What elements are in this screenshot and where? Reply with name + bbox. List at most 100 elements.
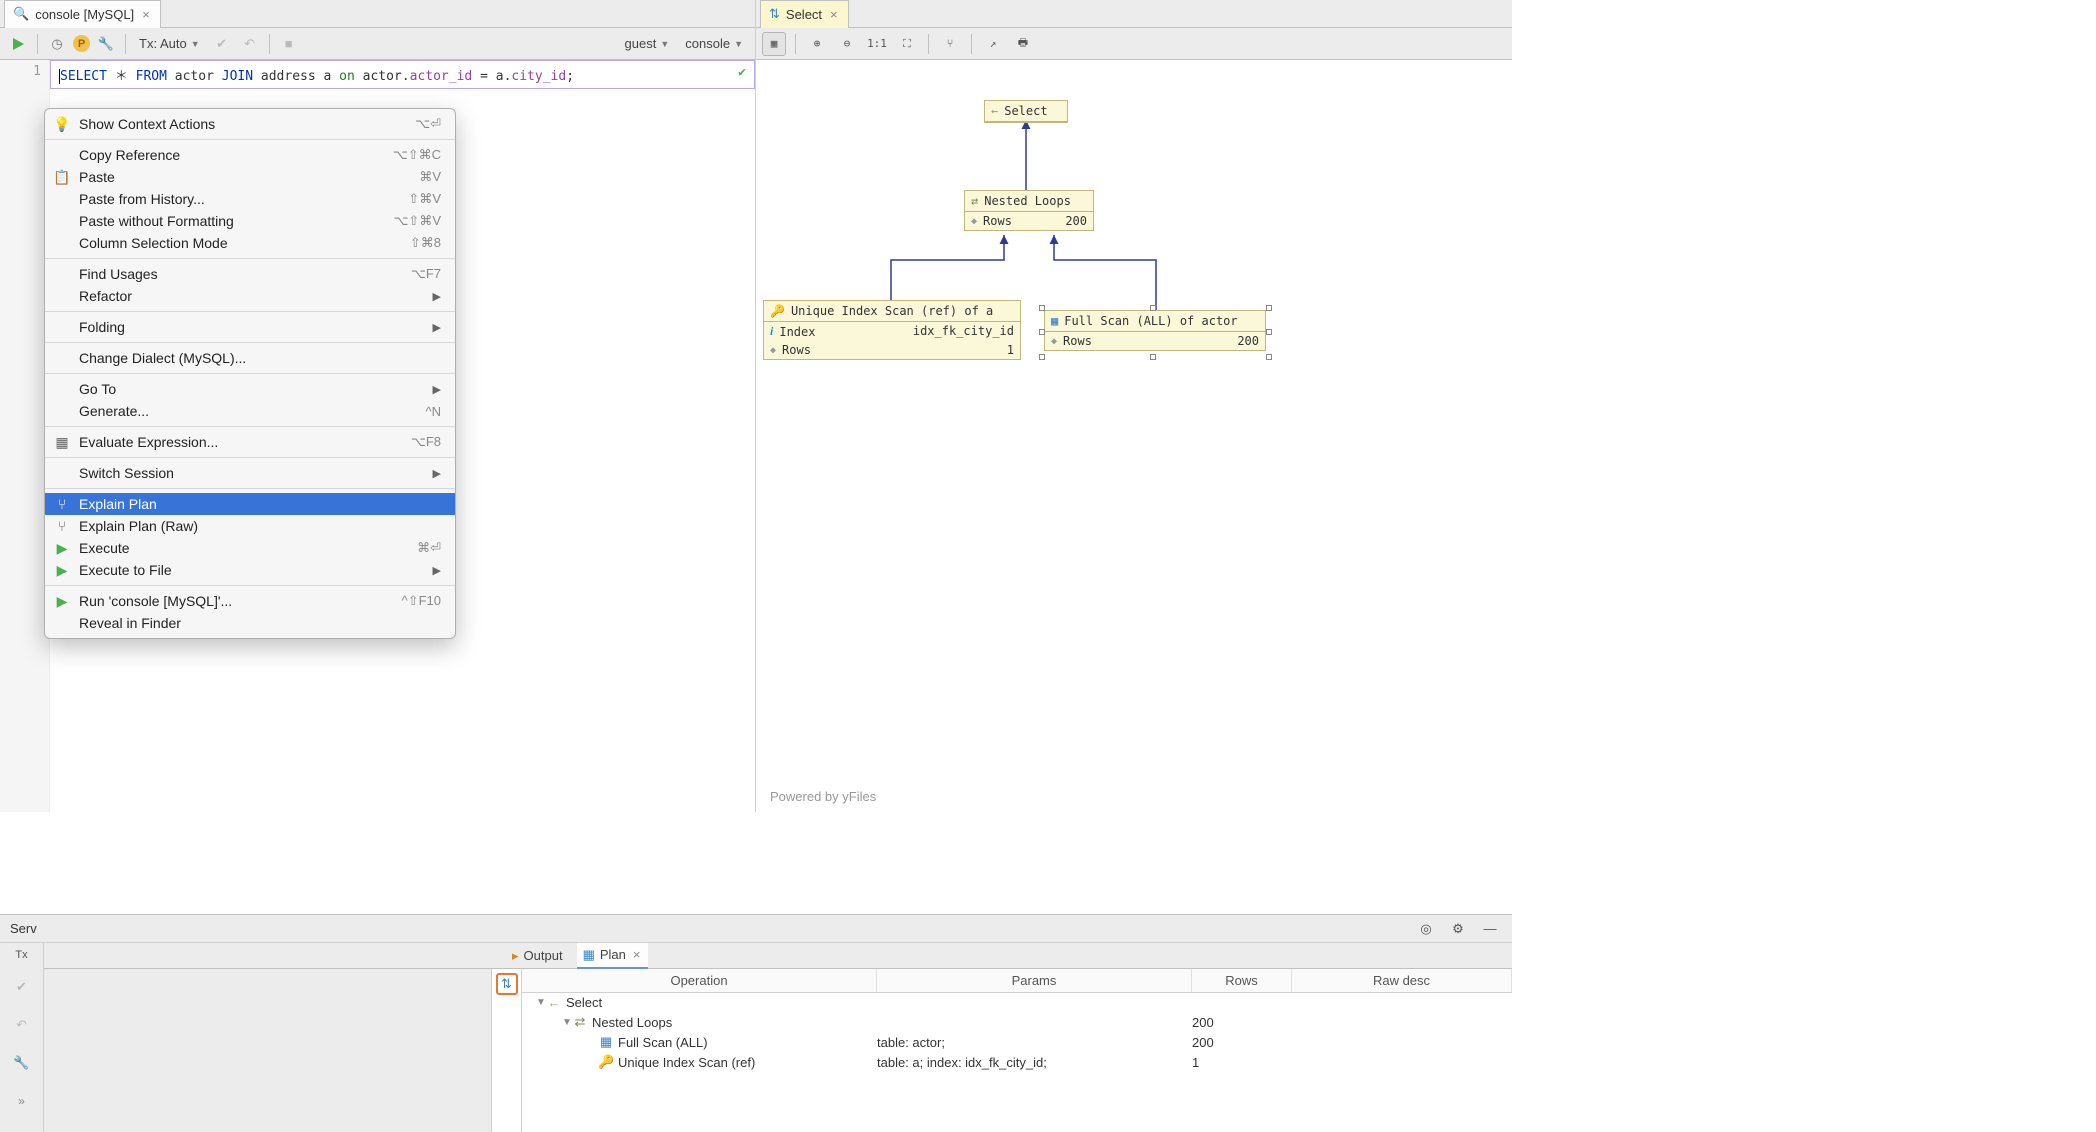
menu-item[interactable]: Go To▶ <box>45 378 455 400</box>
node-select[interactable]: ← Select <box>984 100 1068 123</box>
table-row[interactable]: ▼⇄Nested Loops200 <box>522 1012 1512 1032</box>
node-label: Full Scan (ALL) of actor <box>1064 314 1237 328</box>
menu-item[interactable]: ▦Evaluate Expression...⌥F8 <box>45 431 455 453</box>
commit-icon[interactable]: ✔ <box>10 975 34 999</box>
menu-item[interactable]: Change Dialect (MySQL)... <box>45 347 455 369</box>
sql-line[interactable]: SELECT ＊ FROM actor JOIN address a on ac… <box>50 60 755 89</box>
wrench-icon[interactable]: 🔧 <box>94 32 118 56</box>
table-header: Operation Params Rows Raw desc <box>522 969 1512 993</box>
editor-toolbar: ◷ P 🔧 Tx: Auto ▼ ✔ ↶ ■ guest ▼ console ▼ <box>0 28 755 60</box>
resize-handle[interactable] <box>1150 305 1156 311</box>
arrow-left-icon: ← <box>546 995 562 1010</box>
col-params[interactable]: Params <box>877 969 1192 992</box>
grid-icon[interactable]: ▦ <box>762 32 786 56</box>
menu-item[interactable]: Generate...^N <box>45 400 455 422</box>
tab-plan-diagram[interactable]: ⇅ Select × <box>760 0 849 28</box>
expand-icon[interactable]: ▼ <box>558 1017 572 1028</box>
history-icon[interactable]: ◷ <box>45 32 69 56</box>
tab-console[interactable]: 🔍 console [MySQL] × <box>4 0 161 28</box>
expand-icon[interactable]: ▼ <box>532 997 546 1008</box>
explain-plan-diagram[interactable]: ← Select ⇄ Nested Loops ◆Rows 200 🔑 Uniq… <box>756 60 1512 812</box>
menu-separator <box>45 139 455 140</box>
col-rows[interactable]: Rows <box>1192 969 1292 992</box>
resize-handle[interactable] <box>1150 354 1156 360</box>
node-index-scan[interactable]: 🔑 Unique Index Scan (ref) of a iIndex id… <box>763 300 1021 360</box>
export-icon[interactable]: ↗ <box>981 32 1005 56</box>
zoom-out-icon[interactable]: ⊖ <box>835 32 859 56</box>
fit-icon[interactable]: ⛶ <box>895 32 919 56</box>
profile-badge[interactable]: P <box>73 35 90 53</box>
services-panel: Serv ◎ ⚙ — Tx ✔ ↶ 🔧 » ▸ Output ▦ Plan <box>0 914 1512 1132</box>
menu-separator <box>45 426 455 427</box>
menu-item[interactable]: Folding▶ <box>45 316 455 338</box>
share-icon[interactable]: ⑂ <box>938 32 962 56</box>
gear-icon[interactable]: ⚙ <box>1446 917 1470 941</box>
menu-item-icon: ▶ <box>53 562 71 579</box>
resize-handle[interactable] <box>1039 305 1045 311</box>
table-icon: ▦ <box>1051 314 1058 328</box>
rollback-icon[interactable]: ↶ <box>10 1013 34 1037</box>
schema-dropdown[interactable]: guest ▼ <box>619 36 676 51</box>
table-row[interactable]: 🔑Unique Index Scan (ref)table: a; index:… <box>522 1052 1512 1072</box>
diagram-icon: ⇅ <box>769 6 780 22</box>
table-row[interactable]: ▼←Select <box>522 993 1512 1012</box>
close-icon[interactable]: × <box>140 7 152 22</box>
semi: ; <box>566 69 574 84</box>
commit-icon[interactable]: ✔ <box>210 32 234 56</box>
resize-handle[interactable] <box>1039 354 1045 360</box>
tx-mode-dropdown[interactable]: Tx: Auto ▼ <box>133 36 206 51</box>
show-diagram-button[interactable]: ⇅ <box>492 969 522 1132</box>
plan-tab-bar: ⇅ Select × <box>756 0 1512 28</box>
menu-item[interactable]: Copy Reference⌥⇧⌘C <box>45 144 455 166</box>
wrench-icon[interactable]: 🔧 <box>10 1051 34 1075</box>
menu-item[interactable]: Paste without Formatting⌥⇧⌘V <box>45 210 455 232</box>
zoom-11-icon[interactable]: 1:1 <box>865 32 889 56</box>
menu-item[interactable]: Switch Session▶ <box>45 462 455 484</box>
session-dropdown[interactable]: console ▼ <box>679 36 749 51</box>
key-icon: 🔑 <box>770 304 785 318</box>
menu-item[interactable]: Reveal in Finder <box>45 612 455 634</box>
col-ref: a <box>496 69 504 84</box>
col-raw[interactable]: Raw desc <box>1292 969 1512 992</box>
menu-item[interactable]: Column Selection Mode⇧⌘8 <box>45 232 455 254</box>
stop-icon[interactable]: ■ <box>277 32 301 56</box>
chevron-right-icon: ▶ <box>433 290 441 303</box>
menu-item[interactable]: Refactor▶ <box>45 285 455 307</box>
zoom-in-icon[interactable]: ⊕ <box>805 32 829 56</box>
context-menu[interactable]: 💡Show Context Actions⌥⏎ Copy Reference⌥⇧⌘… <box>44 108 456 639</box>
close-icon[interactable]: × <box>631 947 643 962</box>
resize-handle[interactable] <box>1266 329 1272 335</box>
menu-item[interactable]: Find Usages⌥F7 <box>45 263 455 285</box>
target-icon[interactable]: ◎ <box>1414 917 1438 941</box>
tab-output[interactable]: ▸ Output <box>506 943 569 969</box>
resize-handle[interactable] <box>1266 305 1272 311</box>
menu-item[interactable]: ▶Execute to File▶ <box>45 559 455 581</box>
kw-on: on <box>339 69 355 84</box>
plan-table: Operation Params Rows Raw desc ▼←Select▼… <box>522 969 1512 1132</box>
print-icon[interactable]: 🖶 <box>1011 32 1035 56</box>
menu-item[interactable]: 💡Show Context Actions⌥⏎ <box>45 113 455 135</box>
menu-item[interactable]: Paste from History...⇧⌘V <box>45 188 455 210</box>
col-operation[interactable]: Operation <box>522 969 877 992</box>
col-ref: actor_id <box>410 69 473 84</box>
more-icon[interactable]: » <box>10 1089 34 1113</box>
menu-item[interactable]: ▶Run 'console [MySQL]'...^⇧F10 <box>45 590 455 612</box>
resize-handle[interactable] <box>1266 354 1272 360</box>
menu-separator <box>45 585 455 586</box>
menu-item[interactable]: ⑂Explain Plan (Raw) <box>45 515 455 537</box>
tab-tx[interactable]: Tx <box>15 949 27 961</box>
run-icon[interactable] <box>6 32 30 56</box>
menu-item[interactable]: 📋Paste⌘V <box>45 166 455 188</box>
tab-plan[interactable]: ▦ Plan × <box>577 943 649 969</box>
close-icon[interactable]: × <box>828 7 840 22</box>
menu-item[interactable]: ⑂Explain Plan <box>45 493 455 515</box>
rollback-icon[interactable]: ↶ <box>238 32 262 56</box>
menu-item-label: Change Dialect (MySQL)... <box>79 350 441 366</box>
menu-item[interactable]: ▶Execute⌘⏎ <box>45 537 455 559</box>
table-row[interactable]: ▦Full Scan (ALL)table: actor;200 <box>522 1032 1512 1052</box>
node-full-scan[interactable]: ▦ Full Scan (ALL) of actor ◆Rows 200 <box>1044 310 1266 351</box>
resize-handle[interactable] <box>1039 329 1045 335</box>
diagram-icon: ⇅ <box>501 976 512 992</box>
minimize-icon[interactable]: — <box>1478 917 1502 941</box>
node-nested-loops[interactable]: ⇄ Nested Loops ◆Rows 200 <box>964 190 1094 231</box>
